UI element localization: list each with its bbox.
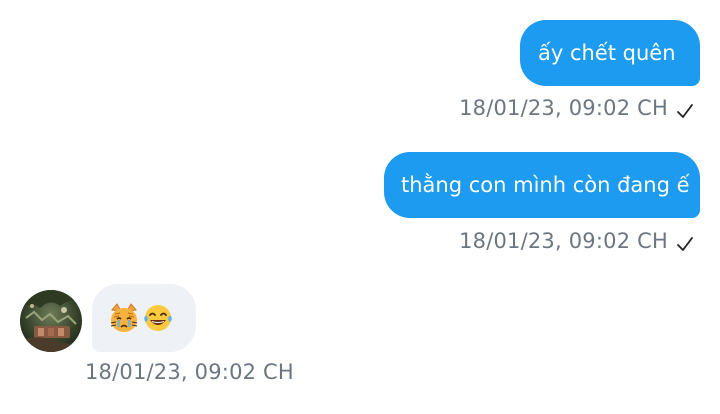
message-text: ấy chết quên (538, 40, 676, 65)
incoming-message-bubble[interactable] (92, 284, 196, 352)
message-timestamp: 18/01/23, 09:02 CH (459, 96, 668, 120)
message-timestamp: 18/01/23, 09:02 CH (85, 360, 294, 384)
message-meta: 18/01/23, 09:02 CH (85, 360, 294, 384)
outgoing-message-bubble[interactable]: ấy chết quên (520, 20, 700, 86)
message-meta: 18/01/23, 09:02 CH (459, 96, 694, 120)
message-timestamp: 18/01/23, 09:02 CH (459, 229, 668, 253)
message-meta: 18/01/23, 09:02 CH (459, 229, 694, 253)
crying-cat-face-icon (110, 303, 138, 332)
outgoing-message-bubble[interactable]: thằng con mình còn đang ế (384, 152, 700, 218)
sender-avatar[interactable] (20, 290, 82, 352)
sent-check-icon (677, 237, 693, 251)
laughing-tears-face-icon (144, 305, 172, 331)
message-text: thằng con mình còn đang ế (401, 172, 690, 197)
sent-check-icon (677, 104, 693, 118)
chat-thread: ấy chết quên 18/01/23, 09:02 CH thằng co… (0, 0, 720, 414)
avatar-photo (20, 290, 82, 352)
